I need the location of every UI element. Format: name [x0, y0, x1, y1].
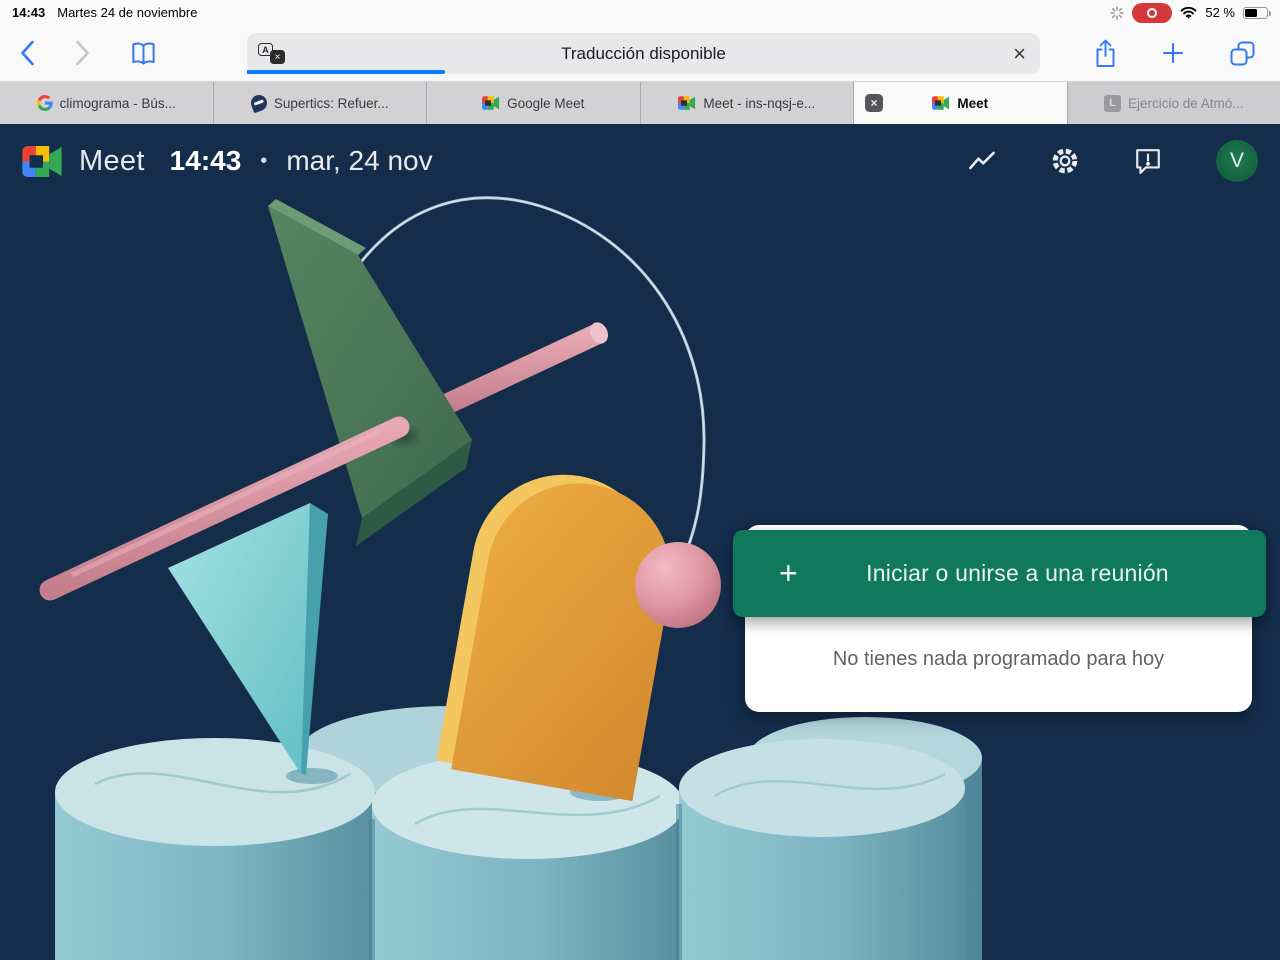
start-or-join-meeting-button[interactable]: + Iniciar o unirse a una reunión: [733, 530, 1266, 617]
tab-ejercicio[interactable]: L Ejercicio de Atmó...: [1067, 82, 1280, 124]
google-favicon: [36, 95, 53, 111]
page-load-progress: [247, 70, 446, 74]
meet-favicon: [678, 96, 696, 110]
meet-logo: [22, 145, 62, 177]
status-bar: 14:43 Martes 24 de noviembre 52 %: [0, 0, 1280, 25]
bookmarks-button[interactable]: [130, 41, 157, 66]
address-text: Traducción disponible: [561, 43, 726, 63]
header-separator: •: [260, 149, 268, 172]
battery-icon: [1243, 6, 1271, 19]
ipad-screen: 14:43 Martes 24 de noviembre 52 % A × Tr…: [0, 0, 1280, 960]
feedback-icon[interactable]: [1134, 147, 1162, 175]
supertics-favicon: [248, 92, 270, 114]
address-bar[interactable]: A × Traducción disponible ×: [247, 33, 1040, 74]
tab-bar: climograma - Bús... Supertics: Refuer...…: [0, 82, 1280, 124]
translate-icon[interactable]: A ×: [258, 43, 285, 64]
meet-favicon: [482, 96, 500, 110]
new-tab-button[interactable]: [1161, 41, 1185, 65]
close-banner-icon[interactable]: ×: [1013, 42, 1026, 65]
tab-meet-code[interactable]: Meet - ins-nqsj-e...: [640, 82, 854, 124]
tab-supertics[interactable]: Supertics: Refuer...: [213, 82, 427, 124]
plus-icon: +: [779, 555, 798, 591]
back-button[interactable]: [20, 40, 35, 66]
meet-header: Meet 14:43 • mar, 24 nov V: [0, 124, 1280, 198]
tab-close-icon[interactable]: ×: [865, 94, 883, 112]
header-date: mar, 24 nov: [286, 145, 433, 176]
tab-meet-active[interactable]: × Meet: [854, 82, 1068, 124]
browser-toolbar: A × Traducción disponible ×: [0, 25, 1280, 82]
app-title: Meet: [79, 144, 145, 177]
tab-climograma[interactable]: climograma - Bús...: [0, 82, 214, 124]
share-button[interactable]: [1094, 39, 1117, 68]
forward-button[interactable]: [75, 40, 90, 66]
settings-gear-icon[interactable]: [1050, 146, 1080, 176]
wifi-icon: [1180, 6, 1197, 19]
empty-schedule-text: No tienes nada programado para hoy: [832, 648, 1165, 670]
letter-l-favicon: L: [1103, 94, 1121, 112]
tabs-overview-button[interactable]: [1229, 40, 1256, 67]
status-time: 14:43: [12, 5, 46, 20]
meet-favicon: [932, 96, 950, 110]
avatar[interactable]: V: [1216, 140, 1258, 182]
trending-icon[interactable]: [968, 150, 996, 172]
meet-page: Meet 14:43 • mar, 24 nov V + Iniciar o u…: [0, 124, 1280, 960]
screen-recording-indicator[interactable]: [1132, 2, 1173, 23]
header-time: 14:43: [169, 145, 242, 176]
activity-spinner-icon: [1110, 5, 1125, 20]
tab-google-meet[interactable]: Google Meet: [427, 82, 641, 124]
status-date: Martes 24 de noviembre: [57, 5, 198, 20]
battery-percent: 52 %: [1205, 5, 1235, 20]
